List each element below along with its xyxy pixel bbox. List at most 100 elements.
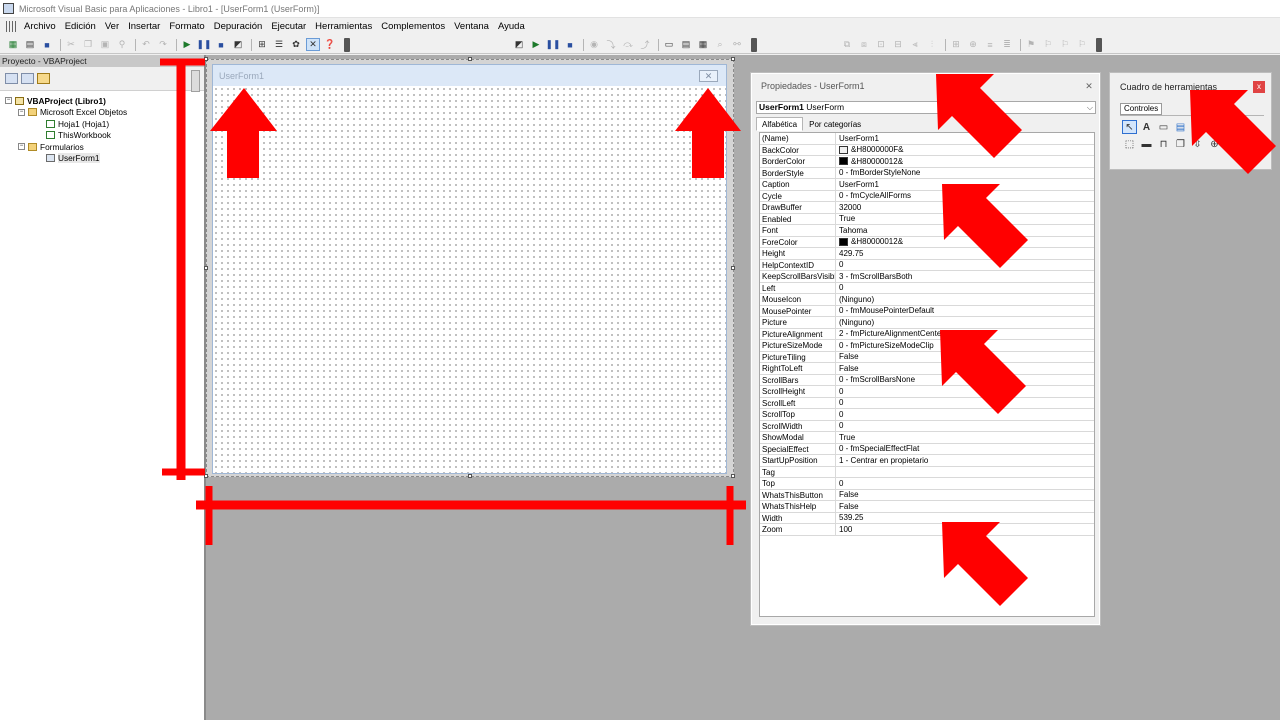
property-value[interactable]: False (836, 363, 1094, 374)
select-objects-icon[interactable]: ↖ (1122, 120, 1137, 134)
ungroup-icon[interactable]: ⊟ (891, 38, 905, 51)
property-value[interactable]: 1 - Centrar en propietario (836, 455, 1094, 466)
send-to-back-icon[interactable]: ⧈ (857, 38, 871, 51)
stop-icon[interactable]: ■ (214, 38, 228, 51)
resize-handle[interactable] (468, 57, 472, 61)
property-value[interactable] (836, 467, 1094, 478)
property-value[interactable]: &H80000012& (836, 237, 1094, 248)
toolbar-end-grip[interactable] (1096, 37, 1102, 52)
project-scrollbar[interactable] (191, 70, 200, 92)
toolbox-icon[interactable]: ✕ (306, 38, 320, 51)
undo-icon[interactable]: ↶ (139, 38, 153, 51)
watch-window-icon[interactable]: ▦ (696, 38, 710, 51)
debug-stop-icon[interactable]: ■ (563, 38, 577, 51)
frame-control-icon[interactable]: ⬚ (1122, 137, 1137, 151)
step-into-icon[interactable]: ⤵ (604, 38, 618, 51)
userform1-window[interactable]: UserForm1 ✕ (212, 64, 727, 474)
call-stack-icon[interactable]: ⚯ (730, 38, 744, 51)
run-icon[interactable]: ▶ (180, 38, 194, 51)
menu-formato[interactable]: Formato (169, 21, 204, 32)
zoom-icon[interactable]: ⊕ (966, 38, 980, 51)
property-value[interactable]: 32000 (836, 202, 1094, 213)
property-value[interactable]: 539.25 (836, 513, 1094, 524)
menu-ventana[interactable]: Ventana (454, 21, 489, 32)
userform-close-icon[interactable]: ✕ (699, 70, 718, 82)
property-row[interactable]: RightToLeft False (760, 363, 1094, 375)
property-row[interactable]: Tag (760, 466, 1094, 478)
help-icon[interactable]: ❓ (323, 38, 337, 51)
save-icon[interactable]: ■ (40, 38, 54, 51)
property-value[interactable]: 0 - fmCycleAllForms (836, 191, 1094, 202)
menu-edicion[interactable]: Edición (65, 21, 96, 32)
property-value[interactable]: 0 (836, 283, 1094, 294)
chevron-down-icon[interactable]: ⌵ (1087, 102, 1093, 113)
property-value[interactable]: 0 - fmMousePointerDefault (836, 306, 1094, 317)
property-row[interactable]: MousePointer 0 - fmMousePointerDefault (760, 305, 1094, 317)
property-value[interactable]: (Ninguno) (836, 294, 1094, 305)
bookmark-prev-icon[interactable]: ⚐ (1058, 38, 1072, 51)
property-row[interactable]: Font Tahoma (760, 225, 1094, 237)
bookmark-clear-icon[interactable]: ⚐ (1075, 38, 1089, 51)
property-row[interactable]: StartUpPosition 1 - Centrar en propietari… (760, 455, 1094, 467)
paste-icon[interactable]: ▣ (98, 38, 112, 51)
property-value[interactable]: False (836, 352, 1094, 363)
tab-controles[interactable]: Controles (1120, 103, 1163, 115)
property-row[interactable]: Left 0 (760, 282, 1094, 294)
property-row[interactable]: PictureSizeMode 0 - fmPictureSizeModeClip (760, 340, 1094, 352)
step-out-icon[interactable]: ⤴ (638, 38, 652, 51)
menu-ver[interactable]: Ver (105, 21, 119, 32)
spinbutton-control-icon[interactable]: ⊕ (1207, 137, 1222, 151)
property-row[interactable]: Zoom 100 (760, 524, 1094, 536)
property-row[interactable]: DrawBuffer 32000 (760, 202, 1094, 214)
quick-watch-icon[interactable]: ⌕ (713, 38, 727, 51)
tab-alfabetica[interactable]: Alfabética (756, 117, 804, 131)
property-value[interactable]: 0 - fmSpecialEffectFlat (836, 444, 1094, 455)
resize-handle[interactable] (731, 266, 735, 270)
locals-window-icon[interactable]: ▭ (662, 38, 676, 51)
property-row[interactable]: Height 429.75 (760, 248, 1094, 260)
step-over-icon[interactable]: ⤼ (621, 38, 635, 51)
property-row[interactable]: SpecialEffect 0 - fmSpecialEffectFlat (760, 443, 1094, 455)
menu-complementos[interactable]: Complementos (381, 21, 445, 32)
make-same-size-icon[interactable]: ⊞ (949, 38, 963, 51)
scrollbar-control-icon[interactable]: ⇳ (1190, 137, 1205, 151)
property-value[interactable]: 429.75 (836, 248, 1094, 259)
property-row[interactable]: BackColor &H8000000F& (760, 144, 1094, 156)
menubar-grip-icon[interactable] (6, 21, 18, 32)
property-value[interactable]: 100 (836, 524, 1094, 535)
menu-depuracion[interactable]: Depuración (214, 21, 263, 32)
userform-design-grid[interactable] (213, 86, 726, 473)
property-value[interactable]: 0 - fmBorderStyleNone (836, 168, 1094, 179)
property-value[interactable]: 0 (836, 398, 1094, 409)
optionbutton-control-icon[interactable]: ◉ (1224, 120, 1239, 134)
tree-node-formularios[interactable]: − Formularios (0, 141, 204, 153)
property-value[interactable]: (Ninguno) (836, 317, 1094, 328)
property-row[interactable]: ScrollLeft 0 (760, 397, 1094, 409)
resize-handle[interactable] (204, 474, 208, 478)
property-value[interactable]: 0 (836, 260, 1094, 271)
properties-close-icon[interactable]: ✕ (1084, 81, 1094, 91)
property-row[interactable]: HelpContextID 0 (760, 259, 1094, 271)
toggle-design-icon[interactable]: ◩ (512, 38, 526, 51)
property-row[interactable]: BorderColor &H80000012& (760, 156, 1094, 168)
property-row[interactable]: KeepScrollBarsVisible 3 - fmScrollBarsBot… (760, 271, 1094, 283)
toolbar-end-grip[interactable] (751, 37, 757, 52)
property-row[interactable]: Picture (Ninguno) (760, 317, 1094, 329)
property-value[interactable]: 0 (836, 421, 1094, 432)
excel-view-icon[interactable]: ▦ (6, 38, 20, 51)
property-row[interactable]: ShowModal True (760, 432, 1094, 444)
tree-node-excel-objects[interactable]: − Microsoft Excel Objetos (0, 107, 204, 119)
tree-node-vbaproject[interactable]: − VBAProject (Libro1) (0, 95, 204, 107)
center-icon[interactable]: ⫶ (925, 38, 939, 51)
menu-ejecutar[interactable]: Ejecutar (271, 21, 306, 32)
property-value[interactable]: True (836, 432, 1094, 443)
immediate-window-icon[interactable]: ▤ (679, 38, 693, 51)
commandbutton-control-icon[interactable]: ▬ (1139, 137, 1154, 151)
resize-handle[interactable] (468, 474, 472, 478)
bring-to-front-icon[interactable]: ⧉ (840, 38, 854, 51)
redo-icon[interactable]: ↷ (156, 38, 170, 51)
property-row[interactable]: (Name) UserForm1 (760, 133, 1094, 145)
view-object-icon[interactable] (21, 73, 34, 84)
checkbox-control-icon[interactable]: ☑ (1207, 120, 1222, 134)
togglebutton-control-icon[interactable]: ▢ (1241, 120, 1256, 134)
